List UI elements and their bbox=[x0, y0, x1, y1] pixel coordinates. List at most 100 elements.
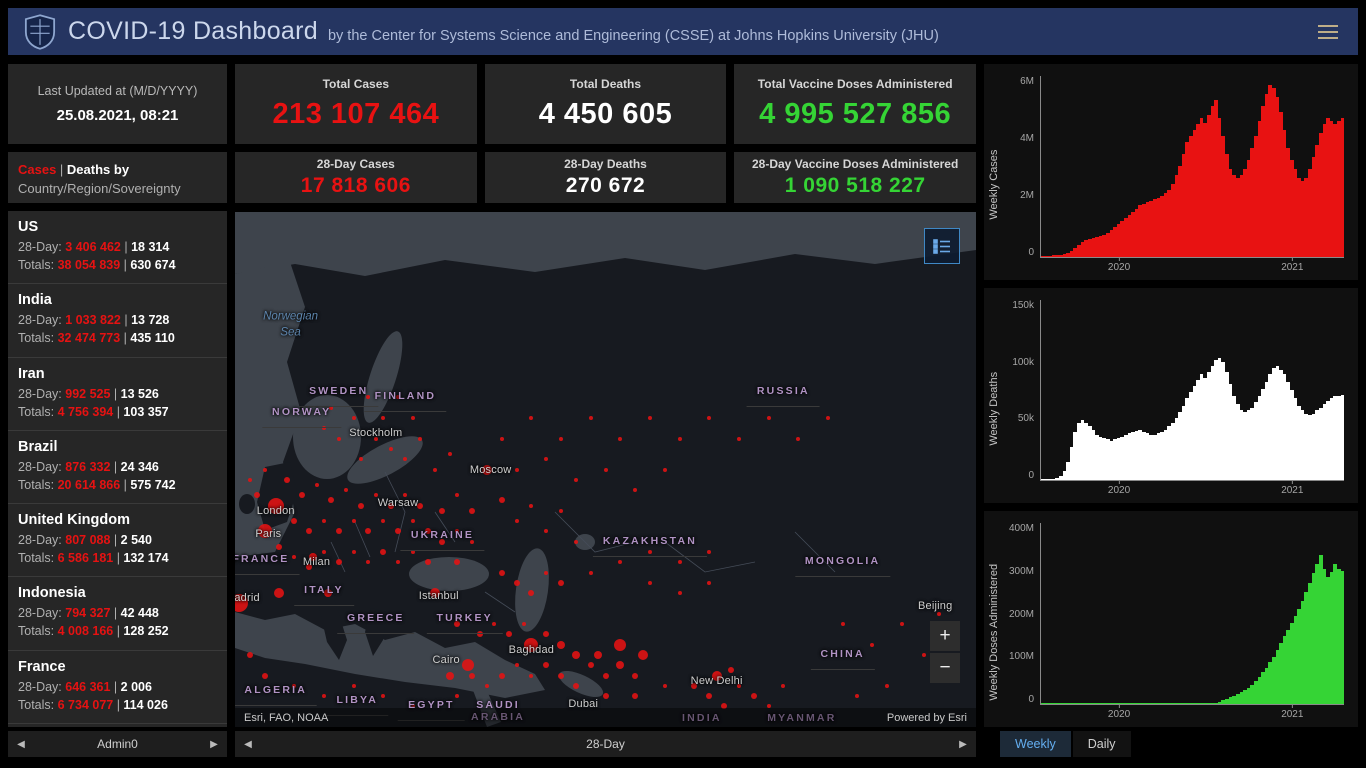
map-label-country: ITALY bbox=[294, 576, 354, 606]
zoom-in-button[interactable]: + bbox=[930, 621, 960, 651]
stat-panel: Total Cases 213 107 464 bbox=[235, 64, 477, 144]
weekly-deaths-chart: Weekly Deaths 150k 100k 50k 0 2020 2021 bbox=[984, 287, 1358, 504]
map-label-country: CHINA bbox=[810, 640, 875, 670]
y-tick-label: 2M bbox=[1020, 189, 1034, 201]
map-label-country: KAZAKHSTAN bbox=[592, 527, 708, 557]
chart-period-tabs: Weekly Daily bbox=[1000, 731, 1131, 757]
plot-area bbox=[1040, 523, 1345, 706]
list-header-line1: Cases | Deaths by bbox=[18, 161, 217, 180]
pager-prev-icon[interactable]: ◀ bbox=[235, 739, 261, 750]
weekly-cases-chart: Weekly Cases 6M 4M 2M 0 2020 2021 bbox=[984, 64, 1358, 280]
admin-level-pager: ◀ Admin0 ▶ bbox=[8, 731, 227, 757]
country-name: France bbox=[18, 658, 66, 675]
x-tick-label: 2020 bbox=[1107, 481, 1131, 497]
y-axis-ticks: 400M 300M 200M 100M 0 bbox=[1000, 523, 1040, 723]
country-row[interactable]: US 28-Day: 3 406 462 | 18 314 Totals: 38… bbox=[8, 211, 227, 285]
country-list[interactable]: US 28-Day: 3 406 462 | 18 314 Totals: 38… bbox=[8, 211, 227, 727]
map-attribution: Esri, FAO, NOAA Powered by Esri bbox=[235, 708, 976, 727]
country-28day-line: 28-Day: 794 327 | 42 448 bbox=[18, 606, 159, 621]
country-name: India bbox=[18, 292, 52, 309]
x-tick-label: 2020 bbox=[1107, 257, 1131, 273]
map-label-layer: Norwegian Sea SWEDEN FINLAND NORWAY RUSSIA St… bbox=[235, 212, 976, 727]
map-period-pager: ◀ 28-Day ▶ bbox=[235, 731, 976, 757]
map-label-country: SWEDEN bbox=[299, 377, 379, 408]
hamburger-menu-icon[interactable] bbox=[1314, 21, 1342, 43]
map-label-city: Moscow bbox=[469, 463, 512, 476]
x-axis-ticks: 2020 2021 bbox=[1040, 481, 1344, 499]
x-tick-label: 2021 bbox=[1281, 481, 1304, 497]
list-header-line2: Country/Region/Sovereignty bbox=[18, 180, 181, 196]
header-bar: COVID-19 Dashboard by the Center for Sys… bbox=[8, 8, 1358, 55]
country-28day-line: 28-Day: 646 361 | 2 006 bbox=[18, 679, 152, 694]
powered-by-esri: Powered by Esri bbox=[886, 711, 967, 724]
x-tick-label: 2020 bbox=[1107, 705, 1131, 721]
stat-title: 28-Day Deaths bbox=[564, 157, 647, 171]
chart-bar bbox=[1340, 570, 1345, 705]
separator: | bbox=[56, 162, 67, 177]
cases-label: Cases bbox=[18, 162, 57, 177]
y-tick-label: 4M bbox=[1020, 132, 1034, 144]
country-row[interactable]: India 28-Day: 1 033 822 | 13 728 Totals:… bbox=[8, 284, 227, 358]
map-label-city: London bbox=[256, 504, 295, 517]
stat-value: 270 672 bbox=[565, 174, 646, 197]
map-label-country: FINLAND bbox=[364, 382, 447, 413]
country-28day-line: 28-Day: 807 088 | 2 540 bbox=[18, 533, 152, 547]
attribution-sources: Esri, FAO, NOAA bbox=[244, 711, 329, 724]
world-map[interactable]: Norwegian Sea SWEDEN FINLAND NORWAY RUSSIA St… bbox=[235, 212, 976, 727]
y-tick-label: 0 bbox=[1028, 693, 1034, 705]
country-totals-line: Totals: 6 586 181 | 132 174 bbox=[18, 551, 169, 566]
stats-grid: Total Cases 213 107 464 Total Deaths 4 4… bbox=[235, 64, 976, 203]
country-row[interactable]: Brazil 28-Day: 876 332 | 24 346 Totals: … bbox=[8, 431, 227, 504]
stat-value: 1 090 518 227 bbox=[784, 174, 926, 197]
stat-value: 213 107 464 bbox=[272, 98, 440, 130]
jhu-shield-logo-icon bbox=[24, 13, 56, 50]
tab-weekly[interactable]: Weekly bbox=[1000, 731, 1071, 757]
last-updated-panel: Last Updated at (M/D/YYYY) 25.08.2021, 0… bbox=[8, 64, 227, 144]
country-row[interactable]: Indonesia 28-Day: 794 327 | 42 448 Total… bbox=[8, 577, 227, 651]
x-tick-label: 2021 bbox=[1281, 257, 1304, 273]
country-name: Iran bbox=[18, 365, 45, 382]
map-label-city: Stockholm bbox=[349, 427, 403, 440]
deaths-label: Deaths by bbox=[66, 162, 130, 177]
pager-prev-icon[interactable]: ◀ bbox=[8, 739, 34, 750]
stat-panel: Total Vaccine Doses Administered 4 995 5… bbox=[734, 64, 976, 144]
y-tick-label: 0 bbox=[1028, 246, 1034, 258]
country-totals-line: Totals: 32 474 773 | 435 110 bbox=[18, 331, 175, 346]
x-axis-ticks: 2020 2021 bbox=[1040, 257, 1344, 276]
country-28day-line: 28-Day: 876 332 | 24 346 bbox=[18, 459, 159, 474]
map-label-country: FRANCE bbox=[235, 545, 300, 575]
map-label-city: Milan bbox=[302, 556, 331, 569]
charts-column: Weekly Cases 6M 4M 2M 0 2020 2021 Weekly Dea… bbox=[984, 64, 1358, 728]
zoom-controls: + − bbox=[930, 621, 960, 683]
country-28day-line: 28-Day: 1 033 822 | 13 728 bbox=[18, 313, 170, 328]
map-label-city: Madrid bbox=[235, 592, 260, 605]
legend-button[interactable] bbox=[924, 228, 960, 264]
country-totals-line: Totals: 4 756 394 | 103 357 bbox=[18, 404, 169, 419]
stat-panel: 28-Day Deaths 270 672 bbox=[484, 152, 727, 203]
map-label-country: GREECE bbox=[337, 604, 415, 634]
y-tick-label: 6M bbox=[1020, 76, 1034, 87]
y-axis-label: Weekly Cases bbox=[988, 149, 1000, 220]
country-name: US bbox=[18, 219, 39, 235]
country-row[interactable]: France 28-Day: 646 361 | 2 006 Totals: 6… bbox=[8, 651, 227, 724]
stat-title: 28-Day Cases bbox=[316, 157, 395, 171]
x-tick-label: 2021 bbox=[1281, 705, 1304, 721]
map-label-country: MONGOLIA bbox=[794, 547, 891, 578]
country-name: United Kingdom bbox=[18, 512, 130, 528]
stat-title: 28-Day Vaccine Doses Administered bbox=[752, 157, 959, 171]
country-row[interactable]: United Kingdom 28-Day: 807 088 | 2 540 T… bbox=[8, 504, 227, 578]
country-name: Indonesia bbox=[18, 585, 86, 602]
pager-next-icon[interactable]: ▶ bbox=[201, 739, 227, 750]
country-row[interactable]: Turkey bbox=[8, 724, 227, 727]
country-row[interactable]: Iran 28-Day: 992 525 | 13 526 Totals: 4 … bbox=[8, 358, 227, 431]
zoom-out-button[interactable]: − bbox=[930, 653, 960, 683]
stat-title: Total Vaccine Doses Administered bbox=[757, 77, 953, 91]
tab-daily[interactable]: Daily bbox=[1072, 731, 1131, 757]
stat-panel: Total Deaths 4 450 605 bbox=[484, 64, 727, 144]
map-label-country: UKRAINE bbox=[400, 521, 485, 552]
country-totals-line: Totals: 6 734 077 | 114 026 bbox=[18, 697, 168, 712]
map-label-city: Cairo bbox=[432, 654, 460, 667]
y-axis-label: Weekly Doses Administered bbox=[988, 563, 1000, 701]
stat-value: 4 450 605 bbox=[538, 98, 673, 130]
pager-next-icon[interactable]: ▶ bbox=[950, 739, 976, 750]
